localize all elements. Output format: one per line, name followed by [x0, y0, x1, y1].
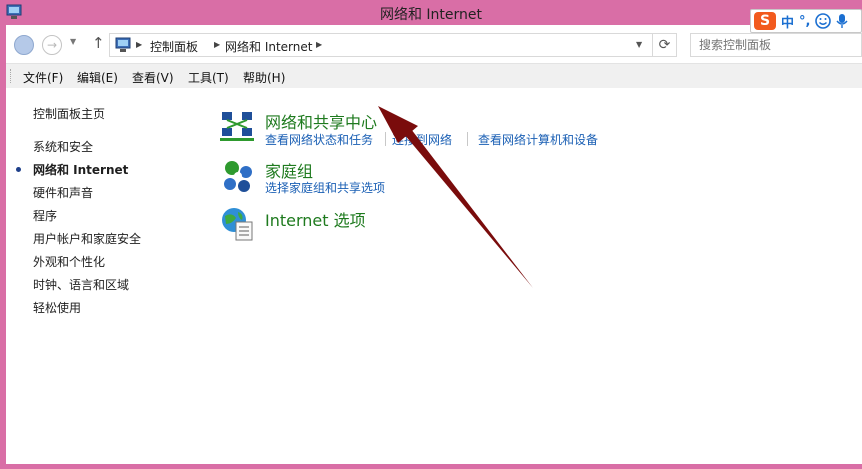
- task-homegroup-sharing-options[interactable]: 选择家庭组和共享选项: [265, 179, 385, 196]
- menu-view[interactable]: 查看(V): [132, 69, 174, 86]
- ime-punctuation-toggle[interactable]: °,: [799, 14, 810, 29]
- breadcrumb-separator-icon[interactable]: ▶: [316, 40, 322, 49]
- network-sharing-center-title[interactable]: 网络和共享中心: [265, 109, 377, 133]
- forward-button[interactable]: →: [42, 35, 62, 55]
- ime-mode-toggle[interactable]: 中: [781, 12, 794, 31]
- sidebar-item-network-internet: 网络和 Internet: [33, 163, 129, 177]
- task-connect-to-network[interactable]: 连接到网络: [392, 131, 452, 148]
- sidebar-item-appearance[interactable]: 外观和个性化: [33, 253, 105, 270]
- sidebar-item-control-panel-home[interactable]: 控制面板主页: [33, 105, 105, 122]
- sidebar-item-system-security[interactable]: 系统和安全: [33, 138, 93, 155]
- title-bar: 网络和 Internet: [0, 0, 862, 25]
- menu-edit[interactable]: 编辑(E): [77, 69, 118, 86]
- menu-tools[interactable]: 工具(T): [188, 69, 229, 86]
- breadcrumb-control-panel[interactable]: 控制面板: [150, 38, 198, 55]
- sidebar-item-programs[interactable]: 程序: [33, 207, 57, 224]
- smiley-icon[interactable]: [815, 13, 832, 29]
- microphone-icon[interactable]: [836, 13, 849, 29]
- sidebar-item-user-accounts[interactable]: 用户帐户和家庭安全: [33, 230, 141, 247]
- task-view-network-computers[interactable]: 查看网络计算机和设备: [478, 131, 598, 148]
- menu-file[interactable]: 文件(F): [23, 69, 63, 86]
- sidebar-item-ease-of-access[interactable]: 轻松使用: [33, 299, 81, 316]
- menu-help[interactable]: 帮助(H): [243, 69, 285, 86]
- task-separator: [385, 132, 386, 146]
- refresh-button[interactable]: ⟳: [653, 33, 677, 57]
- menu-grip: [10, 69, 12, 83]
- active-bullet-icon: [16, 167, 21, 172]
- search-box[interactable]: [690, 33, 862, 57]
- internet-options-title[interactable]: Internet 选项: [265, 207, 366, 231]
- sogou-logo-icon[interactable]: S: [754, 12, 776, 30]
- recent-locations-dropdown-icon[interactable]: ▼: [70, 37, 76, 46]
- address-bar[interactable]: ▶ 控制面板 ▶ 网络和 Internet ▶ ▼: [109, 33, 653, 57]
- breadcrumb-separator-icon[interactable]: ▶: [214, 40, 220, 49]
- address-dropdown-icon[interactable]: ▼: [636, 40, 642, 49]
- homegroup-icon[interactable]: [220, 158, 256, 194]
- breadcrumb-network-internet[interactable]: 网络和 Internet: [225, 38, 312, 55]
- sidebar-item-hardware-sound[interactable]: 硬件和声音: [33, 184, 93, 201]
- menu-bar: 文件(F) 编辑(E) 查看(V) 工具(T) 帮助(H): [6, 63, 862, 88]
- window-frame-bottom: [0, 464, 862, 469]
- sidebar-item-clock-language[interactable]: 时钟、语言和区域: [33, 276, 129, 293]
- task-view-network-status[interactable]: 查看网络状态和任务: [265, 131, 373, 148]
- internet-options-icon[interactable]: [220, 206, 256, 242]
- network-sharing-center-icon[interactable]: [220, 108, 256, 144]
- breadcrumb-separator-icon[interactable]: ▶: [136, 40, 142, 49]
- back-button[interactable]: [14, 35, 34, 55]
- main-content: 控制面板主页 系统和安全 网络和 Internet 硬件和声音 程序 用户帐户和…: [6, 88, 862, 464]
- navigation-bar: → ▼ ↑ ▶ 控制面板 ▶ 网络和 Internet ▶ ▼ ⟳: [6, 25, 862, 63]
- window-title: 网络和 Internet: [379, 7, 483, 23]
- ime-toolbar[interactable]: S 中 °,: [750, 9, 862, 33]
- task-separator: [467, 132, 468, 146]
- control-panel-icon: [115, 37, 131, 52]
- up-button[interactable]: ↑: [92, 34, 105, 52]
- search-input[interactable]: [691, 34, 861, 56]
